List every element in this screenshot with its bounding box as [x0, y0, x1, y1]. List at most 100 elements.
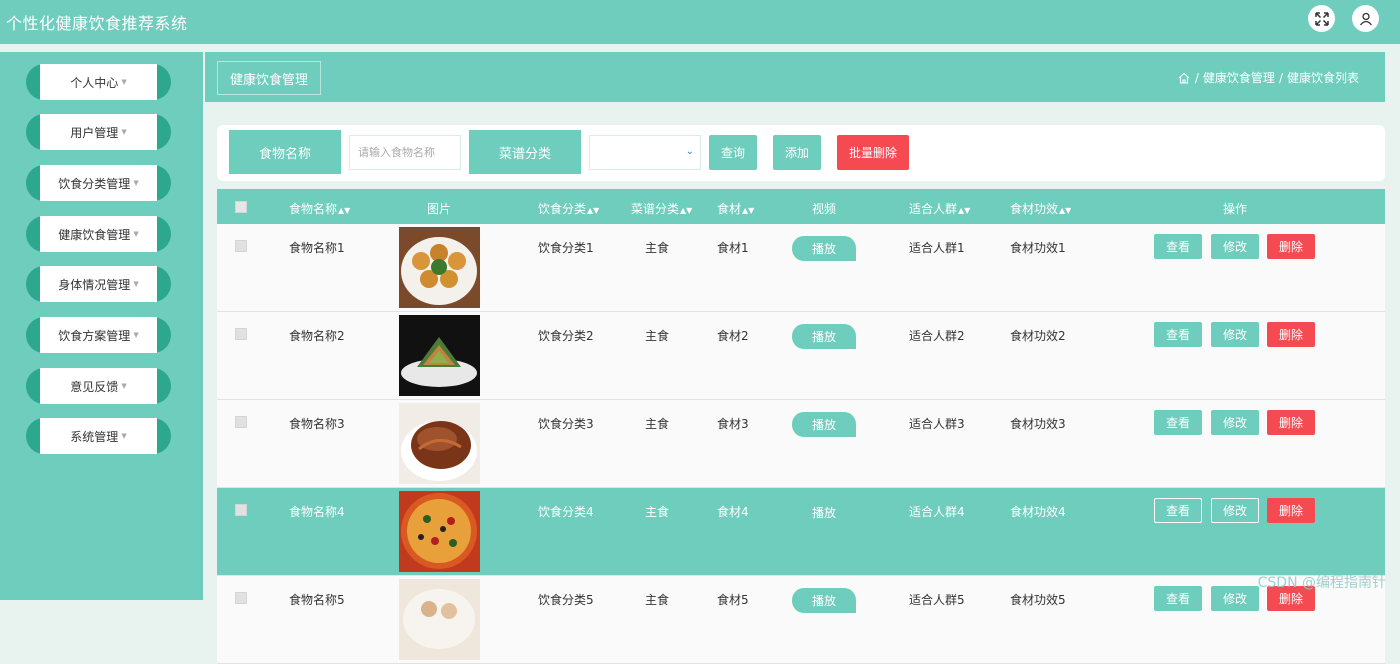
- query-button[interactable]: 查询: [709, 135, 757, 170]
- sidebar-item-system[interactable]: 系统管理 ▼: [26, 418, 171, 454]
- view-button[interactable]: 查看: [1154, 410, 1202, 435]
- sidebar-item-label: 个人中心: [70, 75, 119, 90]
- header-label: 适合人群: [909, 202, 958, 216]
- header-food-name[interactable]: 食物名称▲▼: [289, 200, 350, 217]
- sidebar-item-label: 饮食方案管理: [58, 328, 131, 343]
- category-label: 菜谱分类: [469, 130, 581, 174]
- table-header: 食物名称▲▼ 图片 饮食分类▲▼ 菜谱分类▲▼ 食材▲▼ 视频 适合人群▲▼ 食…: [217, 189, 1385, 224]
- header-label: 菜谱分类: [631, 202, 680, 216]
- row-checkbox[interactable]: [235, 416, 247, 428]
- play-button[interactable]: 播放: [792, 588, 856, 613]
- delete-button[interactable]: 删除: [1267, 322, 1315, 347]
- delete-button[interactable]: 删除: [1267, 234, 1315, 259]
- header-divider: [0, 44, 1400, 52]
- diet-category-cell: 饮食分类3: [538, 417, 594, 431]
- page-title: 健康饮食管理: [217, 61, 322, 95]
- sidebar-item-body-condition[interactable]: 身体情况管理 ▼: [26, 266, 171, 302]
- view-button[interactable]: 查看: [1154, 322, 1202, 347]
- play-button[interactable]: 播放: [792, 500, 856, 525]
- fullscreen-icon: [1314, 11, 1329, 26]
- sidebar-item-diet-plan[interactable]: 饮食方案管理 ▼: [26, 317, 171, 353]
- food-image[interactable]: [399, 403, 480, 484]
- breadcrumb-sep: /: [1194, 70, 1199, 85]
- diet-category-cell: 饮食分类2: [538, 329, 594, 343]
- table-row[interactable]: 食物名称1 饮食分类1 主食 食材1 播放 适合人群1 食材功效1 查看 修改 …: [217, 224, 1385, 312]
- view-button[interactable]: 查看: [1154, 498, 1202, 523]
- play-button[interactable]: 播放: [792, 324, 856, 349]
- add-button[interactable]: 添加: [773, 135, 821, 170]
- food-name-cell: 食物名称1: [289, 241, 345, 255]
- food-image[interactable]: [399, 579, 480, 660]
- breadcrumb: / 健康饮食管理 / 健康饮食列表: [1178, 69, 1361, 86]
- caret-down-icon: ▼: [133, 230, 139, 238]
- caret-down-icon: ▼: [121, 382, 127, 390]
- sidebar-item-personal-center[interactable]: 个人中心 ▼: [26, 64, 171, 100]
- breadcrumb-item: 健康饮食列表: [1286, 71, 1359, 85]
- view-button[interactable]: 查看: [1154, 586, 1202, 611]
- food-image[interactable]: [399, 491, 480, 572]
- sidebar-item-label: 饮食分类管理: [58, 176, 131, 191]
- caret-down-icon: ▼: [133, 331, 139, 339]
- edit-button[interactable]: 修改: [1211, 410, 1259, 435]
- sort-icon: ▲▼: [338, 206, 351, 215]
- caret-down-icon: ▼: [121, 78, 127, 86]
- fullscreen-button[interactable]: [1308, 5, 1335, 32]
- sort-icon: ▲▼: [958, 206, 971, 215]
- sort-icon: ▲▼: [680, 206, 693, 215]
- select-all-checkbox[interactable]: [235, 201, 247, 213]
- diet-category-cell: 饮食分类4: [538, 505, 594, 519]
- food-name-input[interactable]: [349, 135, 461, 170]
- edit-button[interactable]: 修改: [1211, 322, 1259, 347]
- header-label: 饮食分类: [538, 202, 587, 216]
- view-button[interactable]: 查看: [1154, 234, 1202, 259]
- caret-down-icon: ▼: [133, 179, 139, 187]
- row-checkbox[interactable]: [235, 328, 247, 340]
- header-video: 视频: [812, 200, 836, 217]
- batch-delete-button[interactable]: 批量删除: [837, 135, 909, 170]
- header-label: 食物名称: [289, 202, 338, 216]
- menu-category-cell: 主食: [645, 417, 670, 431]
- row-checkbox[interactable]: [235, 504, 247, 516]
- header-diet-category[interactable]: 饮食分类▲▼: [538, 200, 599, 217]
- food-image[interactable]: [399, 227, 480, 308]
- food-image[interactable]: [399, 315, 480, 396]
- crowd-cell: 适合人群3: [909, 417, 965, 431]
- delete-button[interactable]: 删除: [1267, 410, 1315, 435]
- sidebar-item-label: 用户管理: [70, 125, 119, 140]
- category-select[interactable]: ⌄: [589, 135, 701, 170]
- table-row-highlighted[interactable]: 食物名称4 饮食分类4 主食 食材4 播放 适合人群4 食材功效4 查看 修改 …: [217, 488, 1385, 576]
- ingredient-cell: 食材2: [717, 329, 749, 343]
- header-image: 图片: [427, 200, 451, 217]
- table-row[interactable]: 食物名称2 饮食分类2 主食 食材2 播放 适合人群2 食材功效2 查看 修改 …: [217, 312, 1385, 400]
- header-menu-category[interactable]: 菜谱分类▲▼: [631, 200, 692, 217]
- table-row[interactable]: 食物名称5 饮食分类5 主食 食材5 播放 适合人群5 食材功效5 查看 修改 …: [217, 576, 1385, 664]
- home-icon[interactable]: [1178, 72, 1190, 84]
- food-name-label: 食物名称: [229, 130, 341, 174]
- table-row[interactable]: 食物名称3 饮食分类3 主食 食材3 播放 适合人群3 食材功效3 查看 修改 …: [217, 400, 1385, 488]
- edit-button[interactable]: 修改: [1211, 498, 1259, 523]
- user-button[interactable]: [1352, 5, 1379, 32]
- header-effect[interactable]: 食材功效▲▼: [1010, 200, 1071, 217]
- effect-cell: 食材功效4: [1010, 505, 1066, 519]
- sidebar-item-user-management[interactable]: 用户管理 ▼: [26, 114, 171, 150]
- sidebar-item-healthy-diet[interactable]: 健康饮食管理 ▼: [26, 216, 171, 252]
- sidebar-item-diet-category[interactable]: 饮食分类管理 ▼: [26, 165, 171, 201]
- search-form: 食物名称 菜谱分类 ⌄ 查询 添加 批量删除: [217, 125, 1385, 181]
- sort-icon: ▲▼: [1059, 206, 1072, 215]
- breadcrumb-item[interactable]: 健康饮食管理: [1203, 69, 1275, 86]
- menu-category-cell: 主食: [645, 505, 670, 519]
- sidebar-item-feedback[interactable]: 意见反馈 ▼: [26, 368, 171, 404]
- edit-button[interactable]: 修改: [1211, 234, 1259, 259]
- row-checkbox[interactable]: [235, 592, 247, 604]
- crowd-cell: 适合人群1: [909, 241, 965, 255]
- play-button[interactable]: 播放: [792, 412, 856, 437]
- header-label: 食材功效: [1010, 202, 1059, 216]
- delete-button[interactable]: 删除: [1267, 498, 1315, 523]
- play-button[interactable]: 播放: [792, 236, 856, 261]
- edit-button[interactable]: 修改: [1211, 586, 1259, 611]
- header-label: 操作: [1223, 202, 1248, 216]
- header-crowd[interactable]: 适合人群▲▼: [909, 200, 970, 217]
- ingredient-cell: 食材1: [717, 241, 749, 255]
- row-checkbox[interactable]: [235, 240, 247, 252]
- header-ingredient[interactable]: 食材▲▼: [717, 200, 754, 217]
